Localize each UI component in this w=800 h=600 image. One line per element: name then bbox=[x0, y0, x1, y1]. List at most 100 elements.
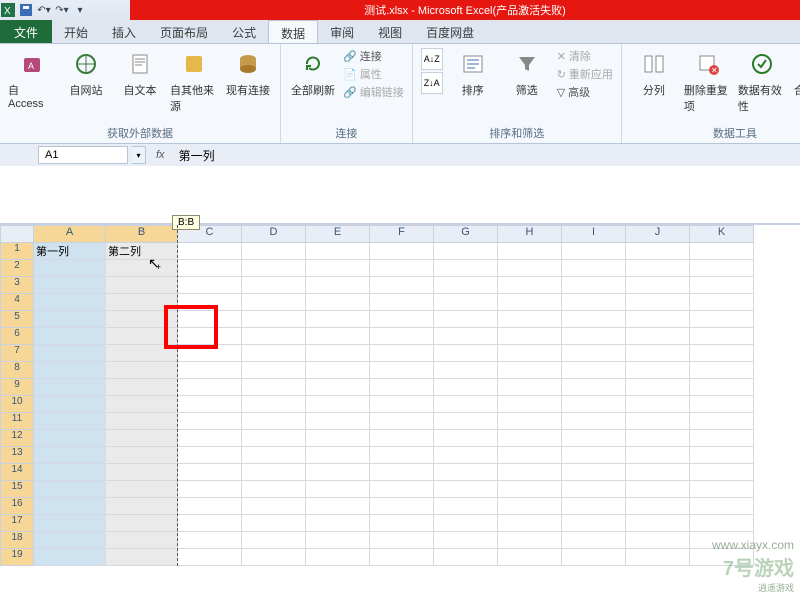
row-header-13[interactable]: 13 bbox=[0, 447, 34, 464]
cell-G16[interactable] bbox=[434, 498, 498, 515]
cell-I14[interactable] bbox=[562, 464, 626, 481]
cell-C5[interactable] bbox=[178, 311, 242, 328]
cell-A16[interactable] bbox=[34, 498, 106, 515]
cell-D17[interactable] bbox=[242, 515, 306, 532]
cell-H9[interactable] bbox=[498, 379, 562, 396]
cell-A6[interactable] bbox=[34, 328, 106, 345]
cell-G5[interactable] bbox=[434, 311, 498, 328]
cell-K4[interactable] bbox=[690, 294, 754, 311]
cell-H13[interactable] bbox=[498, 447, 562, 464]
cell-J16[interactable] bbox=[626, 498, 690, 515]
cell-J17[interactable] bbox=[626, 515, 690, 532]
cell-E9[interactable] bbox=[306, 379, 370, 396]
cell-D2[interactable] bbox=[242, 260, 306, 277]
cell-K13[interactable] bbox=[690, 447, 754, 464]
text-to-columns-button[interactable]: 分列 bbox=[630, 48, 678, 98]
cell-A14[interactable] bbox=[34, 464, 106, 481]
row-header-9[interactable]: 9 bbox=[0, 379, 34, 396]
cell-I5[interactable] bbox=[562, 311, 626, 328]
col-header-K[interactable]: K bbox=[690, 225, 754, 243]
cell-H18[interactable] bbox=[498, 532, 562, 549]
cell-D18[interactable] bbox=[242, 532, 306, 549]
cell-J5[interactable] bbox=[626, 311, 690, 328]
cell-B16[interactable] bbox=[106, 498, 178, 515]
cell-K15[interactable] bbox=[690, 481, 754, 498]
cell-K14[interactable] bbox=[690, 464, 754, 481]
cell-K10[interactable] bbox=[690, 396, 754, 413]
cell-E14[interactable] bbox=[306, 464, 370, 481]
cell-F8[interactable] bbox=[370, 362, 434, 379]
cell-B4[interactable] bbox=[106, 294, 178, 311]
cell-F17[interactable] bbox=[370, 515, 434, 532]
row-header-15[interactable]: 15 bbox=[0, 481, 34, 498]
existing-conn-button[interactable]: 现有连接 bbox=[224, 48, 272, 98]
cell-I9[interactable] bbox=[562, 379, 626, 396]
cell-E2[interactable] bbox=[306, 260, 370, 277]
cell-D6[interactable] bbox=[242, 328, 306, 345]
cell-E11[interactable] bbox=[306, 413, 370, 430]
cell-H4[interactable] bbox=[498, 294, 562, 311]
cell-F5[interactable] bbox=[370, 311, 434, 328]
cell-J14[interactable] bbox=[626, 464, 690, 481]
from-other-button[interactable]: 自其他来源 bbox=[170, 48, 218, 114]
undo-icon[interactable]: ↶▾ bbox=[36, 2, 52, 18]
cell-C13[interactable] bbox=[178, 447, 242, 464]
cell-J6[interactable] bbox=[626, 328, 690, 345]
cell-K1[interactable] bbox=[690, 243, 754, 260]
cell-F7[interactable] bbox=[370, 345, 434, 362]
consolidate-button[interactable]: 合并计算 bbox=[792, 48, 800, 98]
col-header-E[interactable]: E bbox=[306, 225, 370, 243]
cell-E5[interactable] bbox=[306, 311, 370, 328]
name-box[interactable]: A1 bbox=[38, 146, 128, 164]
cell-G8[interactable] bbox=[434, 362, 498, 379]
cell-J10[interactable] bbox=[626, 396, 690, 413]
row-header-14[interactable]: 14 bbox=[0, 464, 34, 481]
cell-I7[interactable] bbox=[562, 345, 626, 362]
col-header-A[interactable]: A bbox=[34, 225, 106, 243]
cell-G15[interactable] bbox=[434, 481, 498, 498]
cell-D1[interactable] bbox=[242, 243, 306, 260]
cell-B10[interactable] bbox=[106, 396, 178, 413]
formula-value[interactable]: 第一列 bbox=[175, 147, 215, 164]
cell-G18[interactable] bbox=[434, 532, 498, 549]
cell-A5[interactable] bbox=[34, 311, 106, 328]
cell-F16[interactable] bbox=[370, 498, 434, 515]
cell-H7[interactable] bbox=[498, 345, 562, 362]
cell-G13[interactable] bbox=[434, 447, 498, 464]
cell-F14[interactable] bbox=[370, 464, 434, 481]
cell-G1[interactable] bbox=[434, 243, 498, 260]
cell-E18[interactable] bbox=[306, 532, 370, 549]
cell-E16[interactable] bbox=[306, 498, 370, 515]
cell-B19[interactable] bbox=[106, 549, 178, 566]
cell-B13[interactable] bbox=[106, 447, 178, 464]
cell-A9[interactable] bbox=[34, 379, 106, 396]
cell-D11[interactable] bbox=[242, 413, 306, 430]
cell-C3[interactable] bbox=[178, 277, 242, 294]
cell-E19[interactable] bbox=[306, 549, 370, 566]
cell-I15[interactable] bbox=[562, 481, 626, 498]
tab-baidu[interactable]: 百度网盘 bbox=[414, 20, 486, 43]
cell-H2[interactable] bbox=[498, 260, 562, 277]
sort-asc-button[interactable]: A↓Z bbox=[421, 48, 443, 70]
sort-desc-button[interactable]: Z↓A bbox=[421, 72, 443, 94]
cell-J19[interactable] bbox=[626, 549, 690, 566]
cell-G17[interactable] bbox=[434, 515, 498, 532]
tab-home[interactable]: 开始 bbox=[52, 20, 100, 43]
cell-C6[interactable] bbox=[178, 328, 242, 345]
tab-view[interactable]: 视图 bbox=[366, 20, 414, 43]
cell-F4[interactable] bbox=[370, 294, 434, 311]
cell-C14[interactable] bbox=[178, 464, 242, 481]
cell-J12[interactable] bbox=[626, 430, 690, 447]
row-header-8[interactable]: 8 bbox=[0, 362, 34, 379]
row-header-18[interactable]: 18 bbox=[0, 532, 34, 549]
cell-D12[interactable] bbox=[242, 430, 306, 447]
tab-data[interactable]: 数据 bbox=[268, 20, 318, 43]
cell-A18[interactable] bbox=[34, 532, 106, 549]
row-header-10[interactable]: 10 bbox=[0, 396, 34, 413]
cell-E7[interactable] bbox=[306, 345, 370, 362]
col-header-H[interactable]: H bbox=[498, 225, 562, 243]
cell-F3[interactable] bbox=[370, 277, 434, 294]
cell-F2[interactable] bbox=[370, 260, 434, 277]
cell-C12[interactable] bbox=[178, 430, 242, 447]
cell-C10[interactable] bbox=[178, 396, 242, 413]
